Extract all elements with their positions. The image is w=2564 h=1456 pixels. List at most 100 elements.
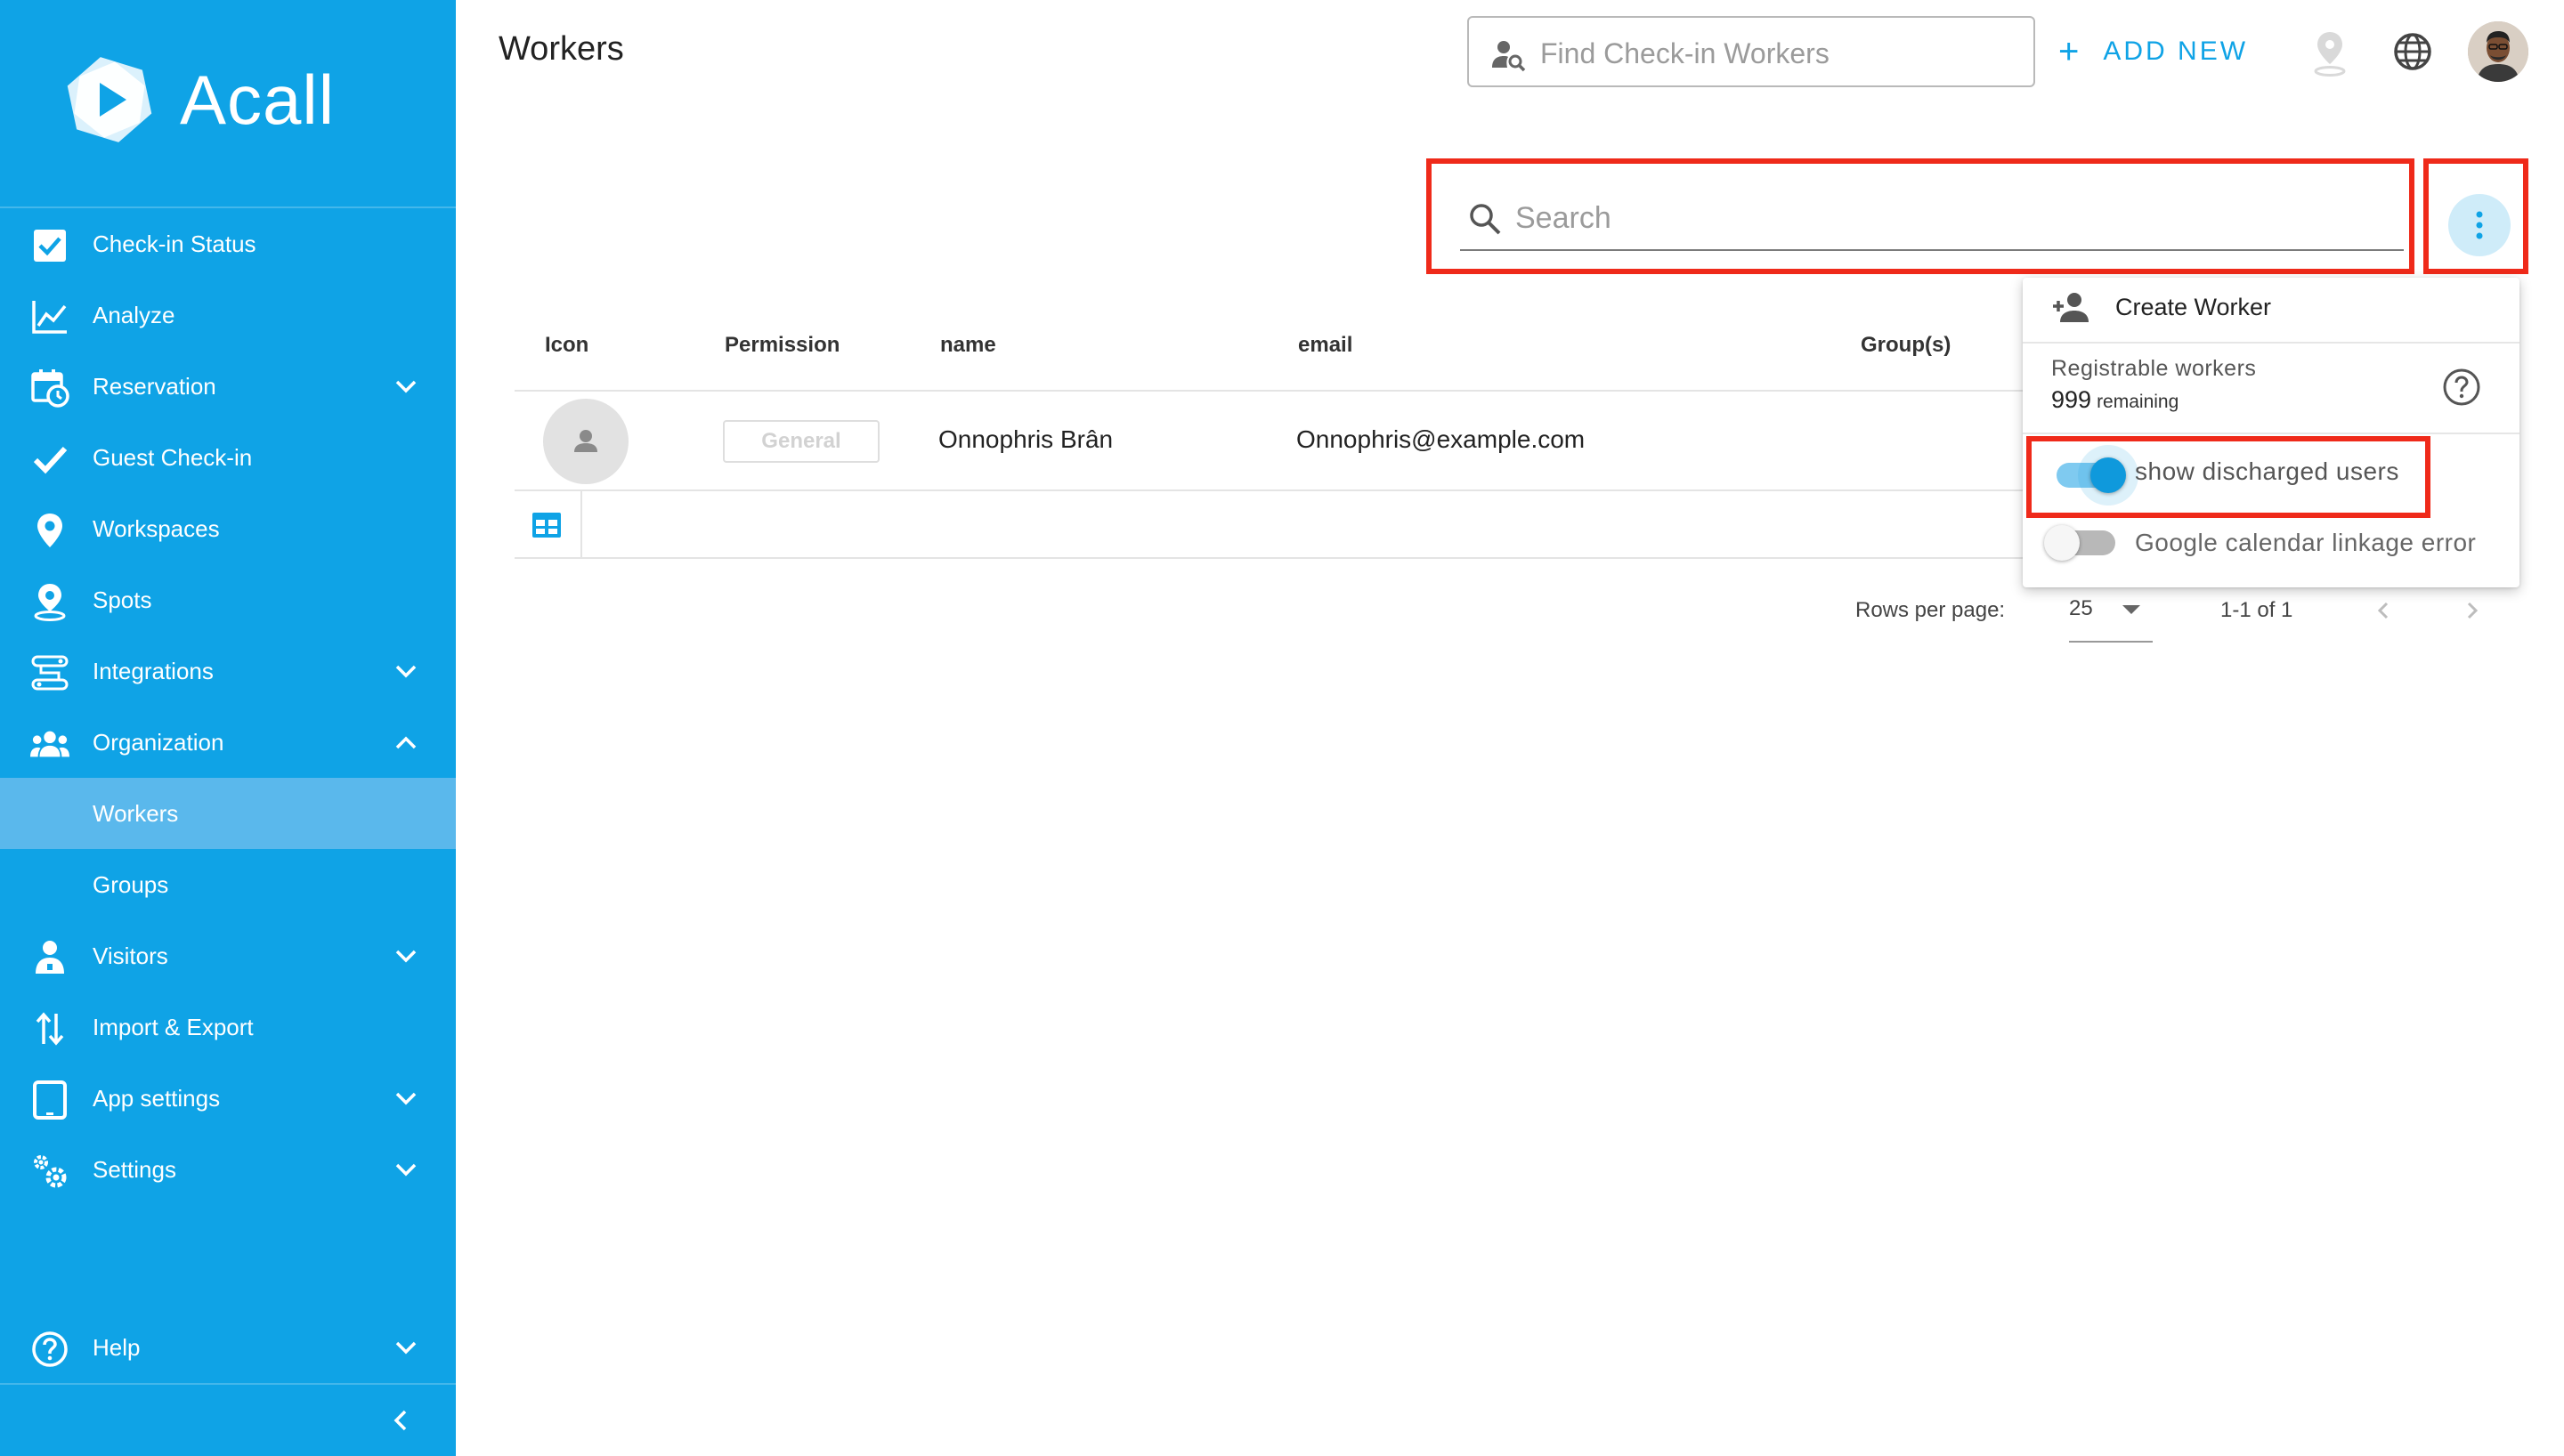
add-new-button[interactable]: + ADD NEW xyxy=(2058,27,2248,77)
sidebar-item-workers[interactable]: Workers xyxy=(0,778,456,849)
find-workers-input[interactable] xyxy=(1540,34,2021,73)
search-input[interactable] xyxy=(1515,198,2370,239)
registrable-workers-count: 999 remaining xyxy=(2051,386,2179,414)
google-calendar-error-toggle[interactable] xyxy=(2044,525,2115,561)
divider xyxy=(515,390,2028,392)
acall-logo-icon xyxy=(61,51,158,149)
toggle-knob xyxy=(2044,525,2080,561)
divider xyxy=(515,489,2028,491)
permission-badge: General xyxy=(723,420,880,463)
worker-name[interactable]: Onnophris Brân xyxy=(938,425,1113,454)
registrable-remaining-label: remaining xyxy=(2097,392,2179,412)
divider xyxy=(580,491,582,557)
sidebar-item-label: Settings xyxy=(93,1156,176,1183)
column-header-groups[interactable]: Group(s) xyxy=(1861,333,1951,358)
sidebar-item-label: Spots xyxy=(93,586,152,613)
add-person-icon xyxy=(2049,290,2092,326)
chevron-down-icon xyxy=(390,1157,422,1184)
help-circle-icon xyxy=(30,1330,69,1369)
sidebar-item-label: Visitors xyxy=(93,942,168,969)
user-avatar[interactable] xyxy=(2468,21,2528,82)
sidebar-item-check-in-status[interactable]: Check-in Status xyxy=(0,208,456,279)
person-search-icon xyxy=(1490,37,1526,73)
search-highlight-box xyxy=(1426,158,2414,274)
help-circle-icon xyxy=(2443,368,2480,406)
sidebar: Acall Check-in Status Analyze Reservatio… xyxy=(0,0,456,1456)
gears-icon xyxy=(30,1152,69,1191)
sidebar-item-spots[interactable]: Spots xyxy=(0,564,456,635)
checkbox-icon xyxy=(30,226,69,265)
show-discharged-label[interactable]: show discharged users xyxy=(2135,457,2399,486)
sidebar-item-label: Reservation xyxy=(93,373,216,400)
google-calendar-error-label[interactable]: Google calendar linkage error xyxy=(2135,529,2476,557)
integrations-icon xyxy=(30,653,69,692)
sidebar-item-groups[interactable]: Groups xyxy=(0,849,456,920)
page-title: Workers xyxy=(499,30,624,68)
chevron-right-icon xyxy=(2467,602,2479,619)
sidebar-item-label: Guest Check-in xyxy=(93,444,253,471)
app-logo[interactable]: Acall xyxy=(61,46,335,153)
line-chart-icon xyxy=(30,297,69,336)
next-page-button[interactable] xyxy=(2459,595,2486,627)
sidebar-item-import-export[interactable]: Import & Export xyxy=(0,991,456,1063)
column-settings-button[interactable] xyxy=(531,509,563,541)
location-pin-icon xyxy=(2314,32,2346,77)
chevron-up-icon xyxy=(390,730,422,756)
user-photo-icon xyxy=(2468,21,2528,82)
toggle-knob xyxy=(2090,457,2126,493)
chevron-down-icon xyxy=(390,1086,422,1112)
rows-per-page-value: 25 xyxy=(2069,596,2093,620)
registrable-help-button[interactable] xyxy=(2441,367,2482,408)
collapse-sidebar-button[interactable] xyxy=(383,1403,418,1438)
plus-icon: + xyxy=(2058,31,2082,71)
column-header-name[interactable]: name xyxy=(940,333,996,358)
create-worker-label: Create Worker xyxy=(2115,294,2272,320)
checkmark-icon xyxy=(30,440,69,479)
search-field[interactable] xyxy=(1460,187,2404,251)
sidebar-item-organization[interactable]: Organization xyxy=(0,707,456,778)
divider xyxy=(0,1383,456,1385)
chevron-left-icon xyxy=(394,1410,407,1431)
sidebar-item-help[interactable]: Help xyxy=(0,1312,456,1383)
column-header-permission[interactable]: Permission xyxy=(725,333,840,358)
show-discharged-toggle[interactable] xyxy=(2057,445,2138,506)
language-button[interactable] xyxy=(2391,30,2434,73)
create-worker-menu-item[interactable]: Create Worker xyxy=(2023,278,2519,340)
sidebar-item-settings[interactable]: Settings xyxy=(0,1134,456,1205)
logo-text: Acall xyxy=(180,60,336,139)
find-check-in-workers-field[interactable] xyxy=(1467,16,2035,87)
sidebar-item-visitors[interactable]: Visitors xyxy=(0,920,456,991)
previous-page-button[interactable] xyxy=(2370,595,2397,627)
sidebar-item-integrations[interactable]: Integrations xyxy=(0,635,456,707)
sidebar-item-app-settings[interactable]: App settings xyxy=(0,1063,456,1134)
divider xyxy=(515,557,2028,559)
sidebar-item-label: Import & Export xyxy=(93,1014,254,1040)
sidebar-item-label: Organization xyxy=(93,729,224,756)
sidebar-item-label: Integrations xyxy=(93,658,214,684)
pagination-range: 1-1 of 1 xyxy=(2220,598,2293,622)
sidebar-item-reservation[interactable]: Reservation xyxy=(0,351,456,422)
tablet-icon xyxy=(30,1080,69,1120)
sidebar-item-label: Help xyxy=(93,1334,141,1361)
caret-down-icon xyxy=(2122,605,2140,614)
add-new-label: ADD NEW xyxy=(2103,36,2249,66)
sidebar-item-analyze[interactable]: Analyze xyxy=(0,279,456,351)
chevron-down-icon xyxy=(390,943,422,970)
vertical-dots-icon xyxy=(2476,211,2483,239)
rows-per-page-select[interactable]: 25 xyxy=(2069,593,2153,643)
sidebar-item-label: Groups xyxy=(93,871,169,898)
sidebar-item-label: Analyze xyxy=(93,302,175,328)
chevron-down-icon xyxy=(390,374,422,400)
location-pin-button[interactable] xyxy=(2308,28,2352,78)
sidebar-item-label: Workers xyxy=(93,800,179,827)
more-options-button[interactable] xyxy=(2448,194,2511,256)
visitor-icon xyxy=(30,938,69,977)
worker-email: Onnophris@example.com xyxy=(1296,425,1586,453)
sidebar-item-workspaces[interactable]: Workspaces xyxy=(0,493,456,564)
registrable-workers-label: Registrable workers xyxy=(2051,356,2257,381)
spot-pin-icon xyxy=(30,582,69,621)
column-header-icon[interactable]: Icon xyxy=(545,333,588,358)
table-grid-icon xyxy=(532,513,561,538)
column-header-email[interactable]: email xyxy=(1298,333,1352,358)
sidebar-item-guest-check-in[interactable]: Guest Check-in xyxy=(0,422,456,493)
